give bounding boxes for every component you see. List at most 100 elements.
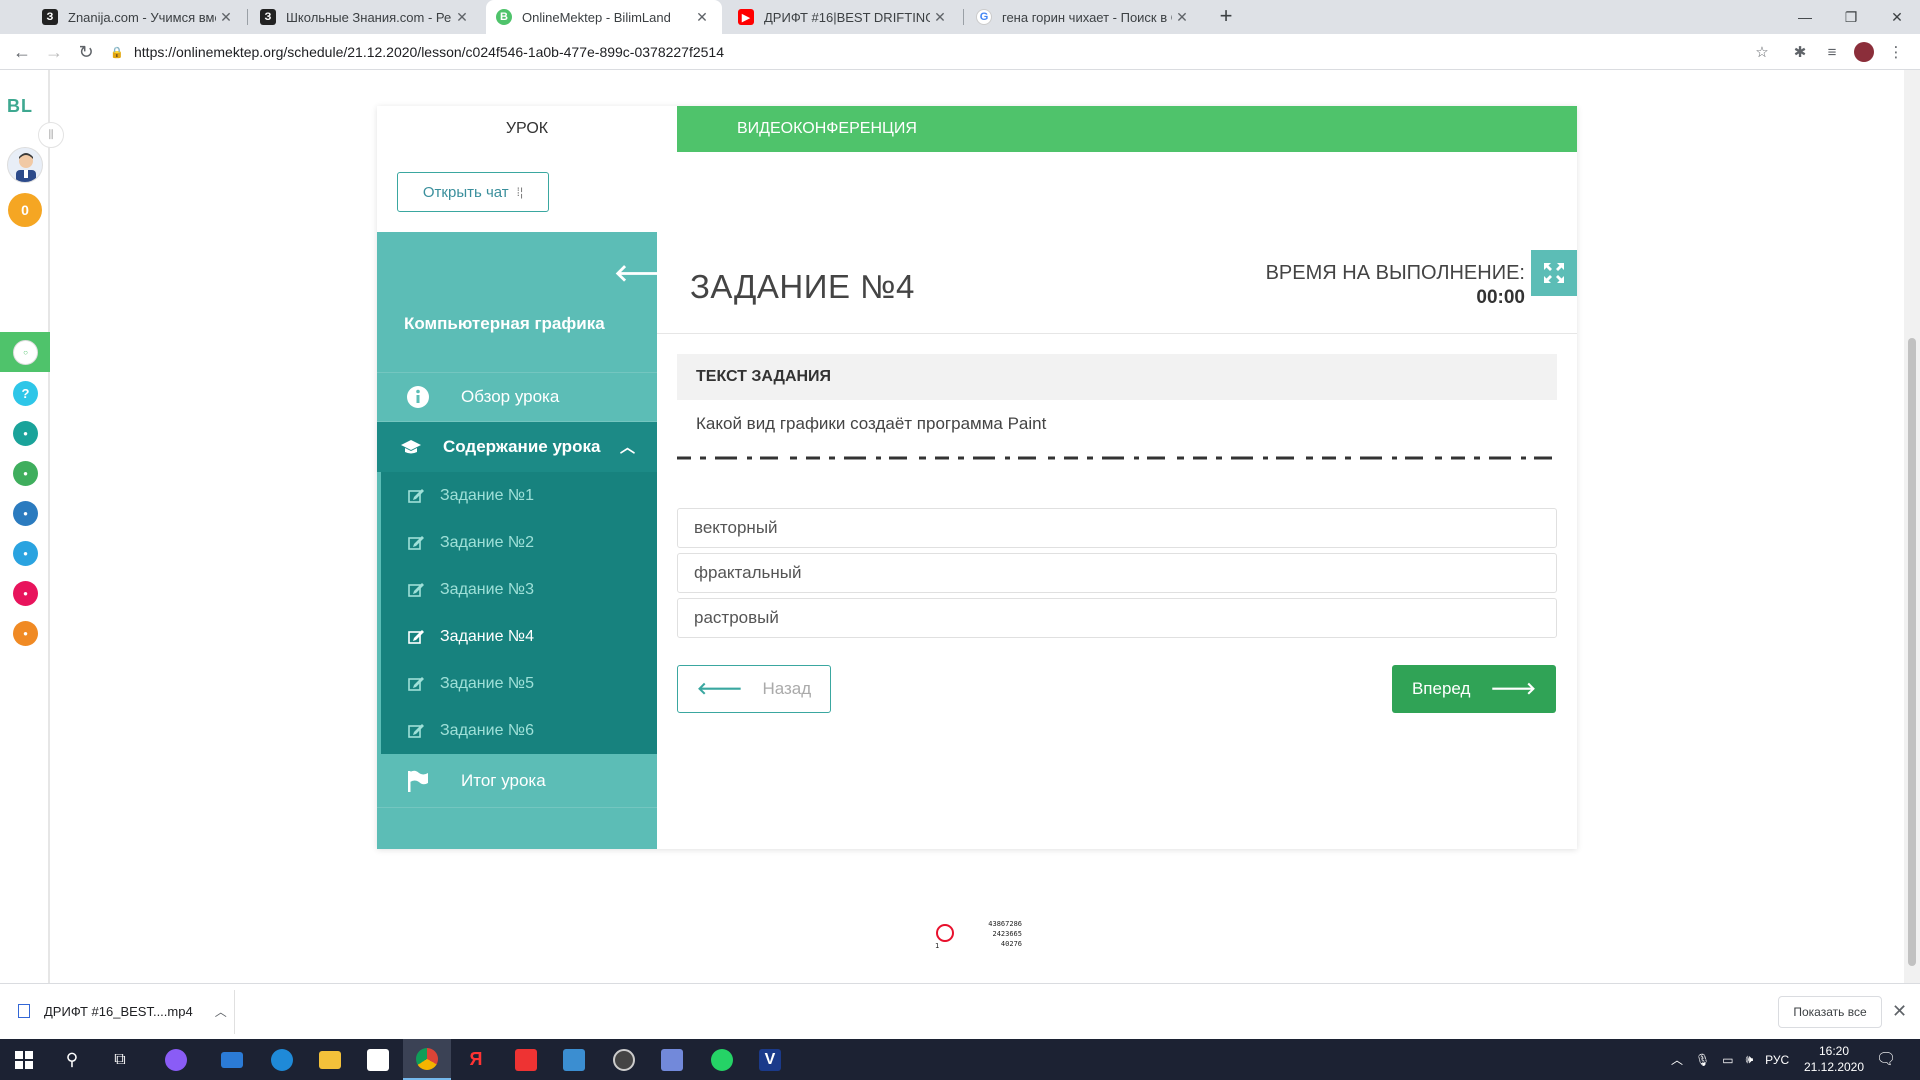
close-window-icon[interactable]: ✕ bbox=[1874, 0, 1920, 34]
chat-icon: ⁞¦ bbox=[516, 185, 524, 199]
task-label: Задание №4 bbox=[440, 627, 534, 645]
language-indicator[interactable]: РУС bbox=[1765, 1053, 1789, 1067]
app-icon[interactable]: ● bbox=[13, 541, 38, 566]
answer-option[interactable]: векторный bbox=[677, 508, 1557, 548]
whatsapp-icon[interactable] bbox=[698, 1039, 746, 1080]
open-chat-button[interactable]: Открыть чат ⁞¦ bbox=[397, 172, 549, 212]
browser-tab[interactable]: З Znanija.com - Учимся вместе ✕ bbox=[32, 0, 246, 34]
show-all-button[interactable]: Показать все bbox=[1778, 996, 1882, 1028]
sidebar-item-task[interactable]: Задание №5 bbox=[381, 660, 657, 707]
network-icon[interactable]: ▭ bbox=[1722, 1053, 1733, 1067]
app-icon[interactable]: ● bbox=[13, 621, 38, 646]
sidebar-item-task[interactable]: Задание №6 bbox=[381, 707, 657, 754]
bilimland-app-icon[interactable]: ● bbox=[13, 461, 38, 486]
sidebar-item-task[interactable]: Задание №2 bbox=[381, 519, 657, 566]
close-icon[interactable]: ✕ bbox=[1892, 1001, 1907, 1022]
tab-lesson[interactable]: УРОК bbox=[377, 106, 677, 152]
file-explorer-icon[interactable] bbox=[306, 1039, 354, 1080]
reload-icon[interactable]: ↻ bbox=[72, 38, 100, 66]
sidebar-item-overview[interactable]: Обзор урока bbox=[377, 372, 657, 422]
lesson-sidebar: 🡐 Компьютерная графика Обзор урока Содер… bbox=[377, 232, 678, 849]
download-item[interactable]: ДРИФТ #16_BEST....mp4 ︿ bbox=[18, 996, 227, 1026]
app-icon[interactable]: ● bbox=[13, 581, 38, 606]
help-icon[interactable]: ? bbox=[13, 381, 38, 406]
sidebar-item-task[interactable]: Задание №1 bbox=[381, 472, 657, 519]
media-icon[interactable]: ≡ bbox=[1820, 40, 1844, 64]
chevron-up-icon[interactable]: ︿ bbox=[1671, 1051, 1683, 1068]
store-icon[interactable] bbox=[354, 1039, 402, 1080]
fullscreen-expand-icon[interactable] bbox=[1531, 250, 1577, 296]
bilimland-logo[interactable]: BL bbox=[7, 96, 33, 117]
coins-badge[interactable]: 0 bbox=[8, 193, 42, 227]
back-arrow-icon[interactable]: ← bbox=[8, 38, 36, 66]
obs-icon[interactable] bbox=[600, 1039, 648, 1080]
chevron-up-icon[interactable]: ︿ bbox=[620, 436, 635, 457]
microphone-icon[interactable]: 🎙 bbox=[1695, 1053, 1710, 1067]
sidebar-item-content[interactable]: Содержание урока ︿ bbox=[377, 422, 657, 472]
minimize-icon[interactable]: — bbox=[1782, 0, 1828, 34]
notifications-icon[interactable]: 🗨 bbox=[1876, 1049, 1896, 1069]
new-tab-button[interactable]: + bbox=[1214, 5, 1238, 29]
address-bar[interactable]: 🔒 https://onlinemektep.org/schedule/21.1… bbox=[110, 38, 1780, 66]
tab-separator bbox=[247, 9, 248, 25]
bilimbook-app-icon[interactable]: ● bbox=[13, 501, 38, 526]
close-tab-icon[interactable]: ✕ bbox=[216, 9, 236, 26]
sidebar-item-result[interactable]: Итог урока bbox=[377, 754, 657, 808]
extensions-icon[interactable]: ✱ bbox=[1788, 40, 1812, 64]
task-text-header: ТЕКСТ ЗАДАНИЯ bbox=[677, 354, 1557, 400]
search-icon[interactable]: ⚲ bbox=[48, 1039, 96, 1080]
app-icon[interactable]: ● bbox=[13, 421, 38, 446]
task-panel: ЗАДАНИЕ №4 ВРЕМЯ НА ВЫПОЛНЕНИЕ: 00:00 ТЕ… bbox=[657, 232, 1577, 849]
timer-value: 00:00 bbox=[1476, 287, 1525, 308]
lock-icon: 🔒 bbox=[110, 46, 124, 59]
close-tab-icon[interactable]: ✕ bbox=[1172, 9, 1192, 26]
browser-toolbar: ← → ↻ 🔒 https://onlinemektep.org/schedul… bbox=[0, 34, 1920, 70]
onlinemektep-app-icon[interactable]: ○ bbox=[13, 340, 38, 365]
app-v-icon[interactable]: V bbox=[746, 1039, 794, 1080]
chrome-icon[interactable] bbox=[403, 1039, 451, 1080]
page-scrollbar[interactable] bbox=[1904, 70, 1920, 983]
windows-start-icon[interactable] bbox=[0, 1039, 48, 1080]
menu-kebab-icon[interactable]: ⋮ bbox=[1884, 40, 1908, 64]
back-button[interactable]: 🡐 Назад bbox=[677, 665, 831, 713]
collapse-rail-icon[interactable]: ⫼ bbox=[38, 122, 64, 148]
tab-title: Школьные Знания.com - Решае bbox=[286, 9, 452, 25]
discord-icon[interactable] bbox=[648, 1039, 696, 1080]
task-view-icon[interactable]: ⧉ bbox=[96, 1039, 144, 1080]
bookmark-star-icon[interactable]: ☆ bbox=[1750, 40, 1774, 64]
tab-title: OnlineMektep - BilimLand bbox=[522, 9, 671, 25]
scrollbar-thumb[interactable] bbox=[1908, 338, 1916, 966]
alice-icon[interactable] bbox=[152, 1039, 200, 1080]
sidebar-item-task-current[interactable]: Задание №4 bbox=[381, 613, 657, 660]
profile-avatar[interactable] bbox=[1852, 40, 1876, 64]
photos-icon[interactable] bbox=[550, 1039, 598, 1080]
answer-option[interactable]: растровый bbox=[677, 598, 1557, 638]
restore-icon[interactable]: ❐ bbox=[1828, 0, 1874, 34]
edge-icon[interactable] bbox=[258, 1039, 306, 1080]
chevron-up-icon[interactable]: ︿ bbox=[215, 1003, 227, 1020]
visit-counter-widget[interactable]: 1 43867286 2423665 40276 bbox=[932, 920, 1022, 950]
tab-title: гена горин чихает - Поиск в Go bbox=[1002, 9, 1172, 25]
task-label: Задание №2 bbox=[440, 533, 534, 551]
tab-videoconference[interactable]: ВИДЕОКОНФЕРЕНЦИЯ bbox=[677, 106, 1577, 152]
forward-arrow-icon[interactable]: → bbox=[40, 38, 68, 66]
mail-icon[interactable] bbox=[208, 1039, 256, 1080]
avatar[interactable] bbox=[7, 147, 43, 183]
browser-tab[interactable]: ▶ ДРИФТ #16|BEST DRIFTING|ДРИ ✕ bbox=[728, 0, 960, 34]
close-tab-icon[interactable]: ✕ bbox=[692, 9, 712, 26]
sidebar-item-task[interactable]: Задание №3 bbox=[381, 566, 657, 613]
answer-option[interactable]: фрактальный bbox=[677, 553, 1557, 593]
clock[interactable]: 16:20 21.12.2020 bbox=[1800, 1043, 1868, 1075]
edit-icon bbox=[408, 488, 428, 503]
close-tab-icon[interactable]: ✕ bbox=[452, 9, 472, 26]
browser-tab[interactable]: З Школьные Знания.com - Решае ✕ bbox=[250, 0, 482, 34]
next-button[interactable]: Вперед 🡒 bbox=[1392, 665, 1556, 713]
app-icon[interactable] bbox=[502, 1039, 550, 1080]
volume-icon[interactable]: 🕪 bbox=[1746, 1052, 1754, 1067]
browser-tab-active[interactable]: B OnlineMektep - BilimLand ✕ bbox=[486, 0, 722, 34]
edit-icon bbox=[408, 629, 428, 644]
yandex-icon[interactable]: Я bbox=[452, 1039, 500, 1080]
task-list: Задание №1 Задание №2 Задание №3 Задание… bbox=[381, 472, 657, 754]
browser-tab[interactable]: G гена горин чихает - Поиск в Go ✕ bbox=[966, 0, 1202, 34]
close-tab-icon[interactable]: ✕ bbox=[930, 9, 950, 26]
